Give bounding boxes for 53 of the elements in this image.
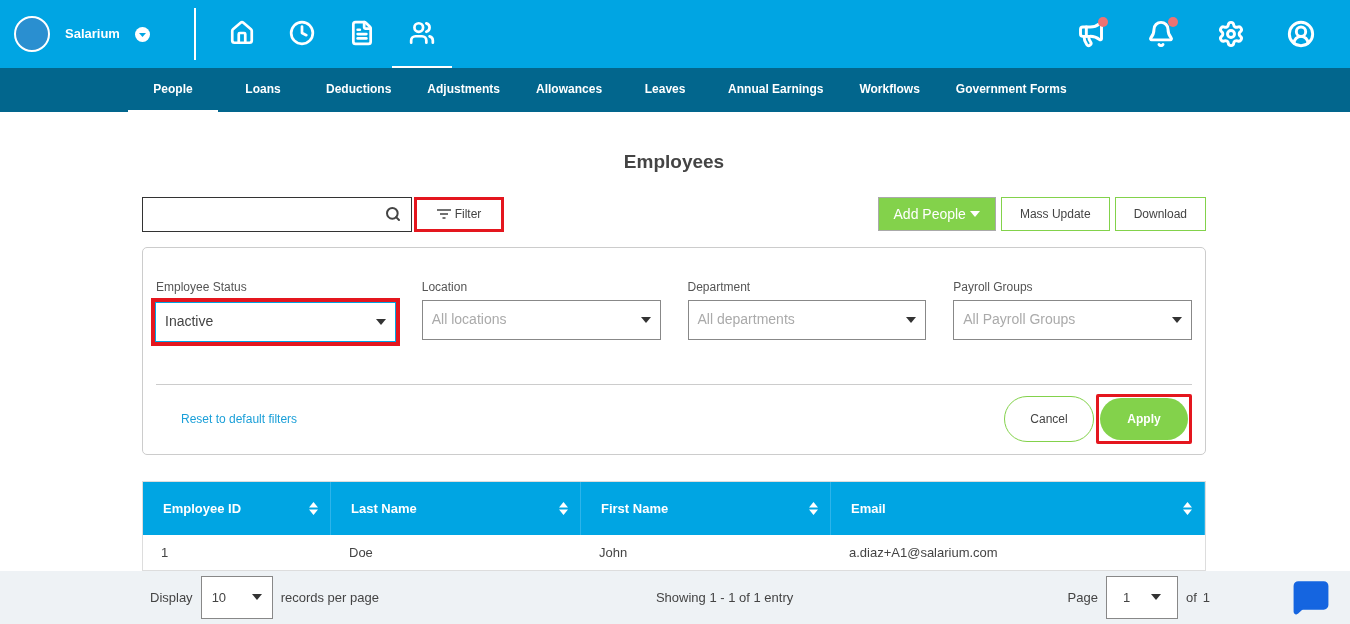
table-cell-text: John (598, 543, 629, 562)
filter-label: Location (421, 279, 469, 296)
table-cell-text: a.diaz+A1@salarium.com (848, 543, 999, 562)
account-icon[interactable] (1287, 20, 1315, 48)
caret-icon (640, 317, 651, 323)
nav-tab[interactable]: People (128, 68, 218, 113)
nav-tab[interactable]: Adjustments (409, 68, 519, 113)
nav-tab[interactable]: Allowances (518, 68, 621, 113)
of-label: of (1185, 588, 1197, 607)
bell-icon[interactable] (1147, 20, 1175, 48)
page-size-select[interactable]: 10 (200, 576, 273, 619)
filter-button[interactable]: Filter (414, 197, 504, 232)
filter-select[interactable]: Inactive (151, 298, 400, 346)
sort-icon (1183, 502, 1192, 515)
caret-icon (969, 211, 980, 218)
sort-icon (809, 502, 818, 515)
action-button[interactable]: Download (1114, 197, 1206, 232)
sort-icon (559, 502, 568, 515)
nav-tab[interactable]: Annual Earnings (710, 68, 842, 113)
nav-tab[interactable]: Loans (218, 68, 308, 113)
caret-icon (906, 317, 917, 323)
page-title: Employees (623, 150, 725, 175)
filter-label: Employee Status (156, 279, 248, 296)
chat-icon[interactable] (1292, 578, 1330, 617)
cancel-button[interactable]: Cancel (1004, 396, 1094, 443)
nav-tab[interactable]: Government Forms (937, 68, 1085, 113)
page-select[interactable]: 1 (1105, 576, 1178, 619)
table-cell-text: 1 (160, 543, 170, 562)
company-name: Salarium (65, 25, 120, 44)
nav-tab[interactable]: Leaves (620, 68, 711, 113)
records-label: records per page (280, 588, 379, 607)
caret-icon (375, 319, 386, 325)
search-icon (385, 206, 401, 223)
logo-icon (14, 16, 50, 52)
caret-icon (251, 594, 262, 601)
showing-count: Showing 1 - 1 of 1 entry (655, 588, 794, 607)
table-cell-text: Doe (348, 543, 374, 562)
filter-label: Department (687, 279, 752, 296)
filter-icon (436, 209, 451, 220)
filter-label: Payroll Groups (953, 279, 1034, 296)
action-button[interactable]: Mass Update (1000, 197, 1110, 232)
nav-tab[interactable]: Deductions (308, 68, 410, 113)
page-label: Page (1067, 588, 1098, 607)
caret-icon (1172, 317, 1182, 323)
nav-tab[interactable]: Workflows (841, 68, 938, 113)
sort-icon (309, 502, 318, 515)
search-field[interactable] (142, 197, 412, 232)
dropdown-icon[interactable] (134, 26, 150, 42)
settings-icon[interactable] (1217, 20, 1245, 48)
caret-icon (1150, 594, 1161, 601)
display-label: Display (150, 588, 193, 607)
total-pages: 1 (1202, 588, 1210, 607)
megaphone-icon[interactable] (1077, 20, 1105, 48)
